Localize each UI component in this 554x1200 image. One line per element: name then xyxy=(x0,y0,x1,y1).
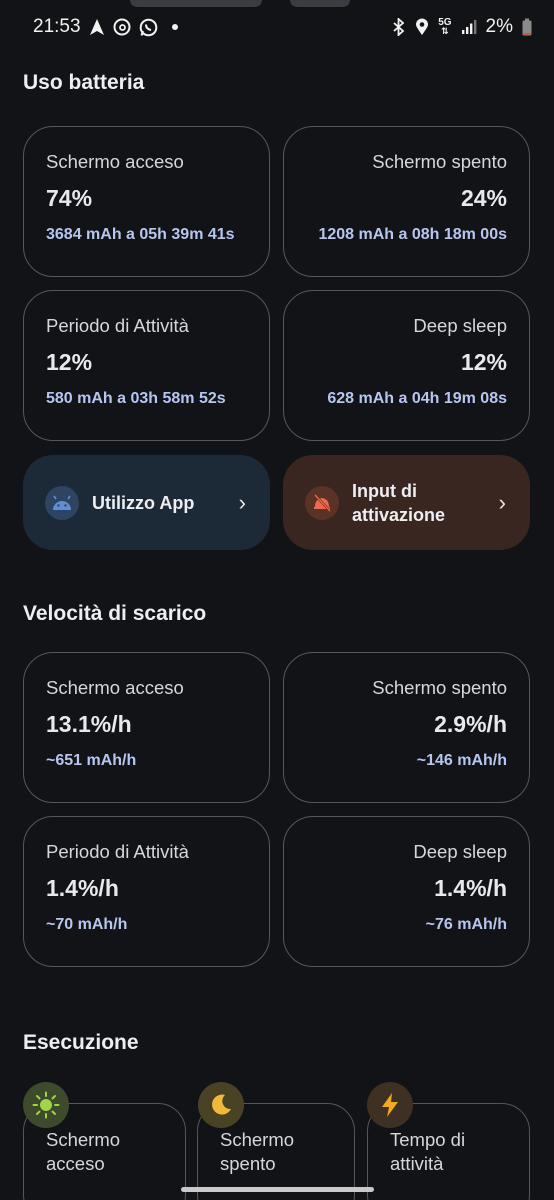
notification-dot xyxy=(171,24,178,30)
card-sub: ~651 mAh/h xyxy=(46,752,137,769)
threads-icon xyxy=(113,18,131,36)
execution-title: Esecuzione xyxy=(23,1031,139,1054)
wakeup-input-button[interactable]: Input di attivazione › xyxy=(283,455,530,550)
battery-usage-title: Uso batteria xyxy=(23,71,145,94)
alarm-off-icon xyxy=(305,485,339,520)
card-label: Deep sleep xyxy=(413,315,507,336)
deep-sleep-card[interactable]: Deep sleep 12% 628 mAh a 04h 19m 08s xyxy=(283,290,530,441)
card-value: 12% xyxy=(460,349,507,375)
discharge-speed-title: Velocità di scarico xyxy=(23,602,207,625)
discharge-screen-on-card[interactable]: Schermo acceso 13.1%/h ~651 mAh/h xyxy=(23,652,270,803)
navigation-icon xyxy=(89,18,105,36)
signal-icon xyxy=(461,19,477,35)
home-indicator[interactable] xyxy=(181,1187,374,1192)
card-label: Schermo spento xyxy=(372,677,507,698)
chevron-right-icon: › xyxy=(238,489,246,515)
bluetooth-icon xyxy=(392,18,406,36)
card-value: 74% xyxy=(46,185,93,211)
card-sub: 3684 mAh a 05h 39m 41s xyxy=(46,226,235,243)
card-sub: 1208 mAh a 08h 18m 00s xyxy=(318,226,507,243)
status-bar: 21:53 5G ⇅ 2% xyxy=(0,0,554,54)
chevron-right-icon: › xyxy=(498,489,506,515)
card-value: 1.4%/h xyxy=(434,875,507,901)
card-value: 13.1%/h xyxy=(46,711,132,737)
card-sub: ~146 mAh/h xyxy=(416,752,507,769)
sun-icon xyxy=(23,1082,69,1128)
card-label: Periodo di Attività xyxy=(46,315,189,336)
card-label: Periodo di Attività xyxy=(46,841,189,862)
android-icon xyxy=(45,485,79,520)
discharge-screen-off-card[interactable]: Schermo spento 2.9%/h ~146 mAh/h xyxy=(283,652,530,803)
battery-percent: 2% xyxy=(485,16,513,37)
exec-label: Schermo spento xyxy=(220,1129,295,1174)
data-arrows-icon: ⇅ xyxy=(441,26,449,36)
exec-label: Tempo di attività xyxy=(390,1129,466,1174)
discharge-active-period-card[interactable]: Periodo di Attività 1.4%/h ~70 mAh/h xyxy=(23,816,270,967)
card-value: 1.4%/h xyxy=(46,875,119,901)
card-sub: ~70 mAh/h xyxy=(46,916,128,933)
active-period-card[interactable]: Periodo di Attività 12% 580 mAh a 03h 58… xyxy=(23,290,270,441)
card-value: 12% xyxy=(46,349,93,375)
card-sub: 628 mAh a 04h 19m 08s xyxy=(327,390,507,407)
card-label: Schermo spento xyxy=(372,151,507,172)
card-value: 24% xyxy=(460,185,507,211)
screen-on-card[interactable]: Schermo acceso 74% 3684 mAh a 05h 39m 41… xyxy=(23,126,270,277)
battery-icon xyxy=(522,18,532,36)
screen-off-card[interactable]: Schermo spento 24% 1208 mAh a 08h 18m 00… xyxy=(283,126,530,277)
card-label: Schermo acceso xyxy=(46,677,184,698)
card-sub: 580 mAh a 03h 58m 52s xyxy=(46,390,226,407)
whatsapp-icon xyxy=(139,18,158,37)
card-value: 2.9%/h xyxy=(434,711,507,737)
bolt-icon xyxy=(367,1082,413,1128)
app-usage-label: Utilizzo App xyxy=(92,492,195,513)
app-usage-button[interactable]: Utilizzo App › xyxy=(23,455,270,550)
moon-icon xyxy=(198,1082,244,1128)
5g-icon: 5G ⇅ xyxy=(438,17,452,36)
card-sub: ~76 mAh/h xyxy=(425,916,507,933)
status-time: 21:53 xyxy=(33,16,81,37)
location-icon xyxy=(415,18,429,36)
card-label: Deep sleep xyxy=(413,841,507,862)
wakeup-input-label: Input di attivazione xyxy=(352,480,446,525)
card-label: Schermo acceso xyxy=(46,151,184,172)
exec-label: Schermo acceso xyxy=(46,1129,121,1174)
discharge-deep-sleep-card[interactable]: Deep sleep 1.4%/h ~76 mAh/h xyxy=(283,816,530,967)
